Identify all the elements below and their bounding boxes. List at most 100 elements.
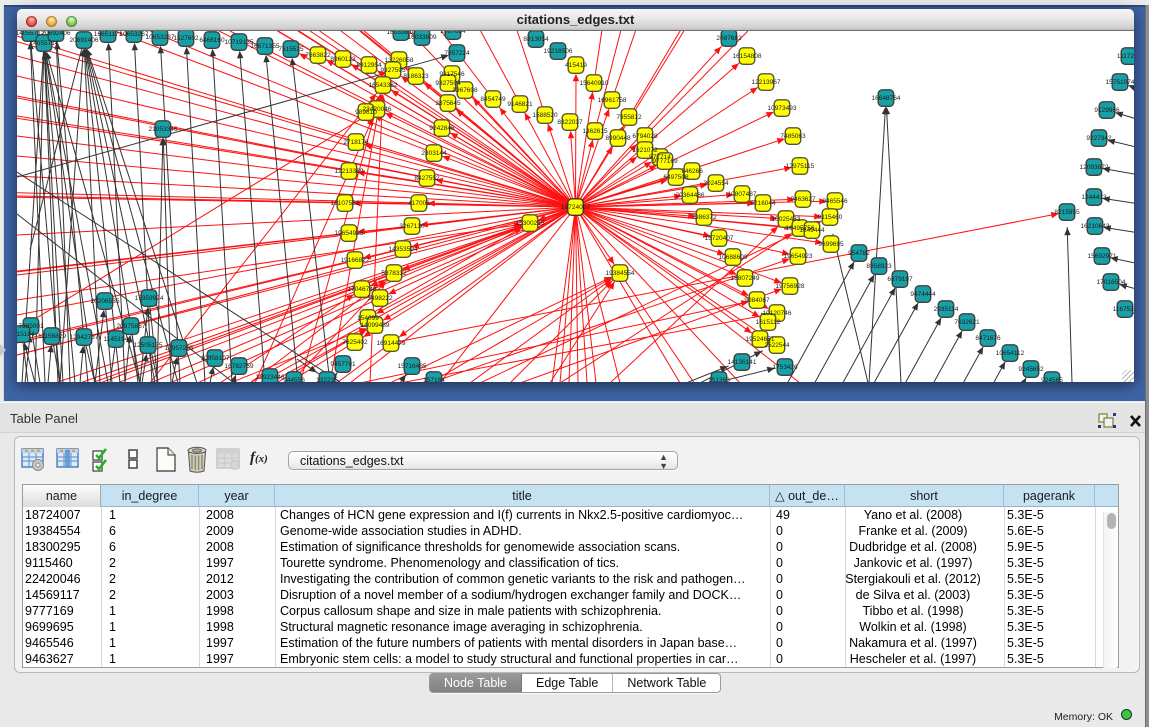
- svg-text:1753426: 1753426: [772, 364, 798, 371]
- svg-text:10653267: 10653267: [120, 31, 149, 38]
- svg-text:2967608: 2967608: [452, 87, 478, 94]
- svg-text:16961758: 16961758: [598, 97, 627, 104]
- svg-text:16671355: 16671355: [251, 43, 280, 50]
- svg-text:7385001: 7385001: [18, 323, 44, 330]
- svg-text:1167533: 1167533: [1113, 306, 1134, 313]
- svg-text:10807487: 10807487: [728, 191, 757, 198]
- svg-text:17957225: 17957225: [165, 345, 194, 352]
- svg-text:5878332: 5878332: [381, 270, 407, 277]
- svg-text:1588520: 1588520: [532, 112, 558, 119]
- svg-text:21053346: 21053346: [149, 126, 178, 133]
- svg-text:6466160: 6466160: [199, 37, 225, 44]
- svg-text:944556: 944556: [283, 377, 305, 382]
- svg-text:9115460: 9115460: [818, 214, 843, 221]
- svg-text:15720407: 15720407: [705, 235, 734, 242]
- svg-text:12942737: 12942737: [70, 334, 99, 341]
- svg-text:10719135: 10719135: [225, 39, 254, 46]
- svg-text:20364486: 20364486: [676, 192, 705, 199]
- svg-text:7485063: 7485063: [780, 133, 806, 140]
- svg-text:17016504: 17016504: [1097, 279, 1126, 286]
- svg-text:9084067: 9084067: [744, 297, 770, 304]
- svg-text:9245652: 9245652: [1018, 366, 1044, 373]
- svg-text:12505135: 12505135: [134, 342, 163, 349]
- svg-text:9227342: 9227342: [1086, 135, 1112, 142]
- svg-text:8960123: 8960123: [330, 56, 356, 63]
- svg-text:2718176: 2718176: [343, 139, 369, 146]
- svg-text:417006: 417006: [408, 200, 430, 207]
- svg-text:9699695: 9699695: [818, 241, 844, 248]
- svg-text:10653287: 10653287: [146, 34, 175, 41]
- svg-text:8471676: 8471676: [975, 335, 1001, 342]
- svg-text:10958107: 10958107: [201, 355, 230, 362]
- svg-text:10120746: 10120746: [763, 310, 792, 317]
- svg-text:19756928: 19756928: [776, 283, 805, 290]
- svg-text:15807249: 15807249: [731, 275, 760, 282]
- svg-text:7986372: 7986372: [691, 214, 717, 221]
- svg-text:16210643: 16210643: [1081, 223, 1110, 230]
- svg-text:19384554: 19384554: [606, 270, 635, 277]
- svg-text:151363: 151363: [708, 377, 730, 382]
- svg-text:10688609: 10688609: [719, 254, 748, 261]
- svg-text:9129966: 9129966: [1094, 107, 1120, 114]
- svg-text:7857224: 7857224: [444, 50, 470, 57]
- svg-text:16033809: 16033809: [408, 34, 437, 41]
- svg-text:157184: 157184: [423, 377, 445, 382]
- svg-text:12923446: 12923446: [256, 374, 285, 381]
- svg-text:3024554: 3024554: [703, 180, 729, 187]
- svg-text:1527602: 1527602: [173, 35, 199, 42]
- svg-text:16914479: 16914479: [377, 340, 406, 347]
- svg-text:16154808: 16154808: [733, 53, 762, 60]
- svg-text:15692971: 15692971: [1088, 253, 1117, 260]
- svg-text:1621072: 1621072: [632, 147, 658, 154]
- svg-text:15751074: 15751074: [1106, 79, 1134, 86]
- svg-text:1145194: 1145194: [104, 336, 129, 343]
- svg-text:16648764: 16648764: [872, 95, 901, 102]
- svg-text:16782759: 16782759: [225, 363, 254, 370]
- svg-text:6216044: 6216044: [750, 200, 776, 207]
- svg-text:1615112: 1615112: [756, 319, 781, 326]
- svg-text:7625402: 7625402: [342, 339, 368, 346]
- svg-text:20692406: 20692406: [42, 31, 71, 37]
- svg-text:9242848: 9242848: [429, 125, 455, 132]
- svg-text:9327504: 9327504: [435, 80, 461, 87]
- svg-text:9457791: 9457791: [330, 361, 356, 368]
- svg-text:8813054: 8813054: [523, 36, 549, 43]
- svg-text:9474444: 9474444: [910, 291, 936, 298]
- svg-text:12975115: 12975115: [786, 163, 815, 170]
- svg-text:8912954: 8912954: [356, 62, 382, 69]
- svg-text:19218506: 19218506: [544, 48, 573, 55]
- svg-text:8427552: 8427552: [414, 175, 440, 182]
- svg-text:15640910: 15640910: [580, 80, 609, 87]
- svg-text:19166822: 19166822: [341, 257, 370, 264]
- svg-text:7632621: 7632621: [954, 319, 980, 326]
- svg-text:15300215: 15300215: [516, 220, 545, 227]
- svg-text:7955812: 7955812: [616, 114, 642, 121]
- svg-text:154099: 154099: [357, 315, 379, 322]
- svg-text:3875645: 3875645: [435, 100, 461, 107]
- svg-text:3915184: 3915184: [17, 331, 35, 338]
- svg-text:8958923: 8958923: [866, 263, 892, 270]
- svg-text:2935114: 2935114: [934, 306, 959, 313]
- svg-text:12213967: 12213967: [752, 79, 781, 86]
- svg-text:6794028: 6794028: [632, 133, 658, 140]
- svg-text:8322037: 8322037: [557, 119, 583, 126]
- svg-text:14055714: 14055714: [30, 40, 59, 47]
- svg-text:16543362: 16543362: [369, 82, 398, 89]
- svg-text:7663822: 7663822: [305, 52, 331, 59]
- svg-text:17359924: 17359924: [135, 295, 164, 302]
- svg-text:9146821: 9146821: [507, 101, 533, 108]
- svg-text:16107552: 16107552: [331, 200, 360, 207]
- svg-text:17046748: 17046748: [348, 286, 377, 293]
- svg-text:954782: 954782: [848, 250, 870, 257]
- svg-text:12093872: 12093872: [1080, 164, 1109, 171]
- svg-text:415419: 415419: [565, 62, 587, 69]
- svg-text:14099489: 14099489: [361, 322, 390, 329]
- svg-text:11156829: 11156829: [38, 333, 66, 340]
- svg-text:1244413: 1244413: [1081, 194, 1107, 201]
- svg-text:8215955: 8215955: [1054, 209, 1080, 216]
- svg-text:8454749: 8454749: [480, 96, 506, 103]
- svg-text:9327505: 9327505: [380, 67, 406, 74]
- svg-text:8186323: 8186323: [403, 73, 429, 80]
- svg-text:1362615: 1362615: [582, 128, 608, 135]
- svg-text:16651171: 16651171: [94, 31, 123, 38]
